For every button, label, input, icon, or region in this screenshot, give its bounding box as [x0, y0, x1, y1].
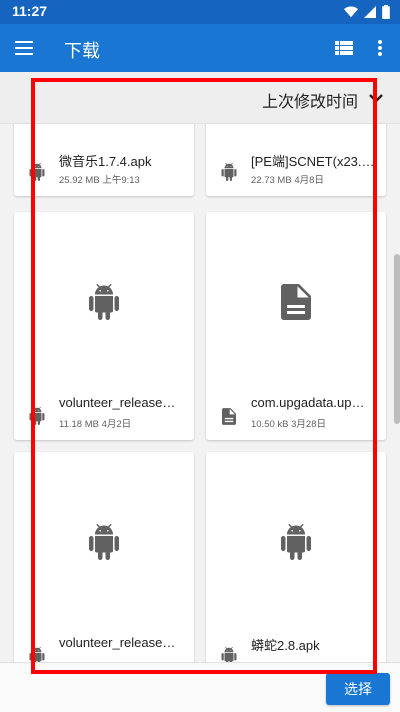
sort-dropdown-button[interactable] — [364, 86, 388, 110]
android-icon — [27, 646, 47, 662]
list-view-button[interactable] — [332, 36, 356, 60]
file-meta: 22.73 MB 4月8日 — [251, 172, 324, 186]
list-view-icon — [335, 41, 353, 55]
page-title: 下载 — [64, 41, 100, 61]
file-grid[interactable]: 微音乐1.7.4.apk 25.92 MB 上午9:13 [PE端]SCNET(… — [0, 124, 400, 662]
card-footer: 蟒蛇2.8.apk — [206, 628, 386, 662]
file-meta: 25.92 MB 上午9:13 — [59, 172, 140, 186]
signal-icon — [364, 6, 376, 18]
file-size: 10.50 kB — [251, 419, 289, 430]
android-icon — [27, 406, 47, 426]
file-date: 4月2日 — [101, 419, 132, 430]
select-button[interactable]: 选择 — [326, 673, 390, 705]
sort-row[interactable]: 上次修改时间 — [0, 72, 400, 124]
card-preview — [14, 212, 194, 392]
file-name: com.upgadata.up… — [251, 395, 365, 410]
document-icon — [219, 406, 239, 426]
scrollbar-thumb[interactable] — [394, 254, 400, 424]
file-name: 蟒蛇2.8.apk — [251, 638, 320, 653]
android-icon — [219, 646, 239, 662]
status-time: 11:27 — [12, 3, 48, 19]
wifi-icon — [344, 6, 358, 18]
card-footer: 微音乐1.7.4.apk 25.92 MB 上午9:13 — [14, 144, 194, 196]
android-icon — [219, 162, 239, 182]
app-bar: 下载 — [0, 24, 400, 72]
menu-icon — [15, 41, 33, 55]
menu-button[interactable] — [12, 36, 36, 60]
card-preview — [14, 452, 194, 632]
file-size: 22.73 MB — [251, 175, 292, 186]
file-card[interactable]: [PE端]SCNET(x23.… 22.73 MB 4月8日 — [206, 124, 386, 196]
card-footer: volunteer_release… 11.18 MB 4月2日 — [14, 388, 194, 440]
android-icon — [89, 524, 119, 560]
android-icon — [281, 524, 311, 560]
file-name: volunteer_release… — [59, 395, 176, 410]
file-date: 3月28日 — [291, 419, 326, 430]
file-date: 4月8日 — [294, 175, 324, 186]
card-footer: com.upgadata.up… 10.50 kB 3月28日 — [206, 388, 386, 440]
file-name: 微音乐1.7.4.apk — [59, 154, 152, 169]
status-bar: 11:27 — [0, 0, 400, 24]
file-name: volunteer_release… — [59, 635, 176, 650]
status-icons — [344, 5, 390, 19]
file-name: [PE端]SCNET(x23.… — [251, 154, 375, 169]
file-meta: 10.50 kB 3月28日 — [251, 416, 326, 430]
chevron-down-icon — [369, 93, 383, 103]
file-card[interactable]: volunteer_release… 11.18 MB 4月2日 — [14, 212, 194, 440]
card-preview — [206, 212, 386, 392]
document-icon — [281, 284, 311, 320]
battery-icon — [382, 5, 390, 19]
file-size: 25.92 MB — [59, 175, 100, 186]
file-card[interactable]: 微音乐1.7.4.apk 25.92 MB 上午9:13 — [14, 124, 194, 196]
android-icon — [27, 162, 47, 182]
bottom-bar: 选择 — [0, 662, 400, 712]
file-date: 上午9:13 — [102, 175, 140, 186]
sort-label[interactable]: 上次修改时间 — [262, 88, 358, 112]
more-vert-icon — [378, 40, 382, 56]
file-meta: 11.18 MB 4月2日 — [59, 416, 131, 430]
file-card[interactable]: com.upgadata.up… 10.50 kB 3月28日 — [206, 212, 386, 440]
android-icon — [89, 284, 119, 320]
card-preview — [206, 452, 386, 632]
file-size: 11.18 MB — [59, 419, 99, 430]
file-card[interactable]: volunteer_release… — [14, 452, 194, 662]
file-card[interactable]: 蟒蛇2.8.apk — [206, 452, 386, 662]
more-options-button[interactable] — [368, 36, 392, 60]
card-footer: [PE端]SCNET(x23.… 22.73 MB 4月8日 — [206, 144, 386, 196]
card-footer: volunteer_release… — [14, 628, 194, 662]
